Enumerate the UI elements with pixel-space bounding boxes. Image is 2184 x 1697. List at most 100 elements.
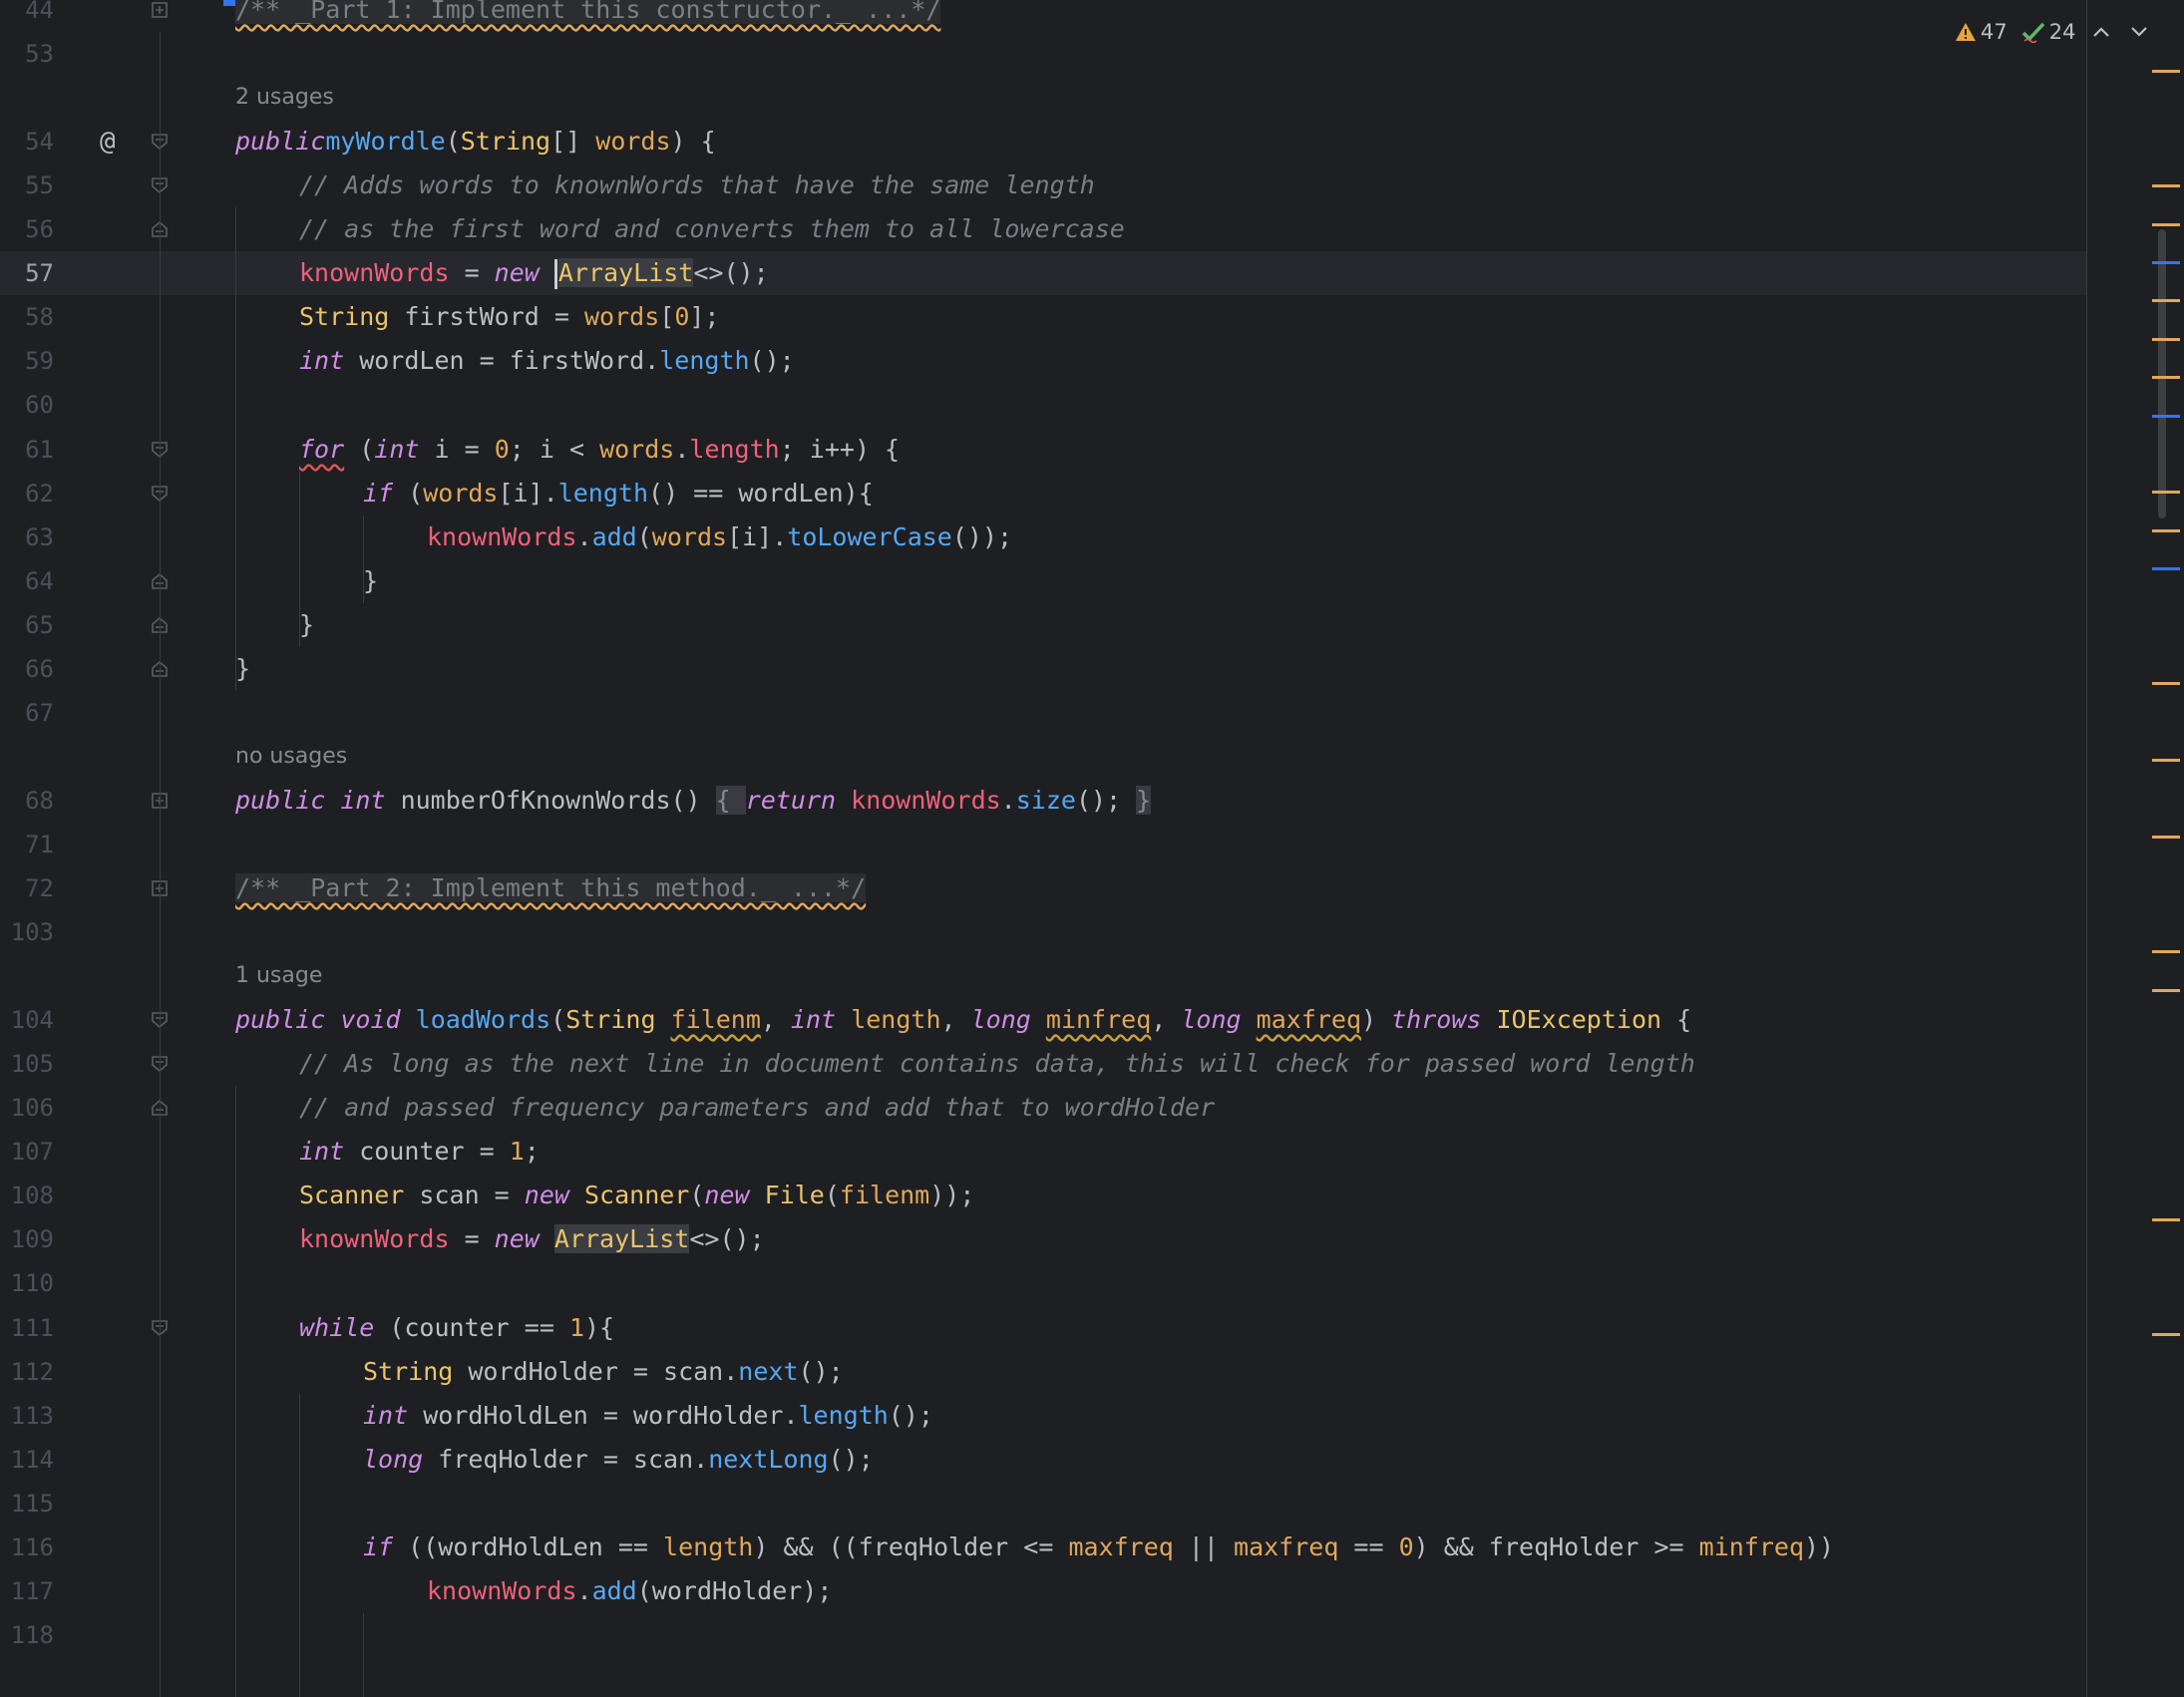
warning-marker[interactable] — [2152, 836, 2180, 839]
line-number[interactable]: 68 — [0, 779, 54, 823]
inlay-hint-row[interactable]: no usages — [0, 735, 2086, 779]
line-number[interactable]: 63 — [0, 515, 54, 559]
code-editor[interactable]: 44 /** _Part 1: Implement this constructo… — [0, 0, 2184, 1697]
inlay-hint-row[interactable]: 1 usage — [0, 954, 2086, 998]
line-number[interactable]: 53 — [0, 32, 54, 76]
code-text[interactable]: public void loadWords(String filenm, int… — [235, 998, 1691, 1042]
code-text[interactable]: if ((wordHoldLen == length) && ((freqHol… — [363, 1526, 1834, 1569]
warning-marker[interactable] — [2152, 1333, 2180, 1336]
line-number[interactable]: 44 — [0, 0, 54, 32]
code-text[interactable]: /** _Part 2: Implement this method._ ...… — [235, 866, 867, 910]
line-number[interactable]: 57 — [0, 251, 54, 295]
vertical-scrollbar[interactable] — [2158, 229, 2166, 518]
line-number[interactable]: 54 — [0, 120, 54, 164]
code-token: ) { — [670, 127, 716, 156]
fold-icon[interactable] — [150, 0, 170, 20]
line-number[interactable]: 115 — [0, 1482, 54, 1526]
code-text[interactable]: knownWords = new ArrayList<>(); — [299, 1217, 765, 1261]
line-number[interactable]: 109 — [0, 1217, 54, 1261]
line-number[interactable]: 111 — [0, 1306, 54, 1350]
line-number[interactable]: 56 — [0, 207, 54, 251]
code-text[interactable]: publicmyWordle(String[] words) { — [235, 120, 716, 164]
line-number[interactable]: 117 — [0, 1569, 54, 1613]
at-icon[interactable]: @ — [100, 120, 116, 164]
line-number[interactable]: 67 — [0, 691, 54, 735]
code-text[interactable]: int wordHoldLen = wordHolder.length(); — [363, 1394, 933, 1438]
warning-marker[interactable] — [2152, 529, 2180, 532]
line-number[interactable]: 107 — [0, 1130, 54, 1174]
warning-marker[interactable] — [2152, 184, 2180, 187]
code-area[interactable]: 44 /** _Part 1: Implement this constructo… — [0, 0, 2086, 1697]
code-text[interactable]: knownWords = new ArrayList<>(); — [299, 251, 769, 295]
line-number[interactable]: 112 — [0, 1350, 54, 1394]
line-number[interactable]: 65 — [0, 603, 54, 647]
previous-highlight-button[interactable] — [2085, 16, 2117, 48]
inspection-widget[interactable]: 47 24 — [1951, 14, 2155, 50]
ok-count[interactable]: 24 — [2017, 20, 2080, 44]
code-token: ((wordHoldLen == — [393, 1532, 664, 1561]
code-text[interactable]: // As long as the next line in document … — [299, 1042, 1695, 1086]
code-text[interactable]: knownWords.add(words[i].toLowerCase()); — [427, 515, 1012, 559]
code-text[interactable]: } — [299, 603, 314, 647]
line-number[interactable]: 114 — [0, 1438, 54, 1482]
warning-marker[interactable] — [2152, 70, 2180, 73]
line-number[interactable]: 72 — [0, 866, 54, 910]
warning-marker[interactable] — [2152, 759, 2180, 762]
next-highlight-button[interactable] — [2123, 16, 2155, 48]
line-number[interactable]: 60 — [0, 383, 54, 427]
inlay-hint-row[interactable]: 2 usages — [0, 76, 2086, 120]
warnings-count[interactable]: 47 — [1951, 20, 2011, 44]
code-text[interactable]: // Adds words to knownWords that have th… — [299, 164, 1095, 207]
code-text[interactable]: // and passed frequency parameters and a… — [299, 1086, 1215, 1130]
warning-marker[interactable] — [2152, 338, 2180, 341]
line-number[interactable]: 113 — [0, 1394, 54, 1438]
line-number[interactable]: 118 — [0, 1613, 54, 1657]
code-token: knownWords — [299, 1224, 450, 1253]
line-number[interactable]: 110 — [0, 1261, 54, 1305]
warning-marker[interactable] — [2152, 950, 2180, 953]
line-number[interactable]: 61 — [0, 428, 54, 472]
info-marker[interactable] — [2152, 567, 2180, 570]
code-token: ArrayList — [557, 258, 694, 287]
code-token: ; i++) { — [779, 435, 901, 464]
code-text[interactable]: knownWords.add(wordHolder); — [427, 1569, 832, 1613]
info-marker[interactable] — [2152, 415, 2180, 418]
line-number[interactable]: 106 — [0, 1086, 54, 1130]
warning-marker[interactable] — [2152, 376, 2180, 379]
warning-marker[interactable] — [2152, 299, 2180, 302]
code-text[interactable]: String firstWord = words[0]; — [299, 295, 719, 339]
code-text[interactable]: // as the first word and converts them t… — [299, 207, 1125, 251]
line-number[interactable]: 104 — [0, 998, 54, 1042]
line-number[interactable]: 66 — [0, 647, 54, 691]
warning-marker[interactable] — [2152, 682, 2180, 685]
code-text[interactable]: } — [235, 647, 250, 691]
code-line: 106 // and passed frequency parameters an… — [0, 1086, 2086, 1130]
code-text[interactable]: public int numberOfKnownWords() { return… — [235, 779, 1152, 823]
warning-marker[interactable] — [2152, 491, 2180, 494]
code-text[interactable]: /** _Part 1: Implement this constructor.… — [235, 0, 941, 32]
line-number[interactable]: 103 — [0, 910, 54, 954]
code-text[interactable]: long freqHolder = scan.nextLong(); — [363, 1438, 874, 1482]
warning-marker[interactable] — [2152, 989, 2180, 992]
code-text[interactable]: } — [363, 559, 378, 603]
line-number[interactable]: 116 — [0, 1526, 54, 1569]
code-text[interactable]: int counter = 1; — [299, 1130, 540, 1174]
code-text[interactable]: String wordHolder = scan.next(); — [363, 1350, 844, 1394]
line-number[interactable]: 62 — [0, 472, 54, 515]
code-text[interactable]: Scanner scan = new Scanner(new File(file… — [299, 1174, 974, 1217]
code-text[interactable]: if (words[i].length() == wordLen){ — [363, 472, 874, 515]
line-number[interactable]: 71 — [0, 823, 54, 866]
code-text[interactable]: while (counter == 1){ — [299, 1306, 614, 1350]
line-number[interactable]: 58 — [0, 295, 54, 339]
warning-marker[interactable] — [2152, 1218, 2180, 1221]
line-number[interactable]: 59 — [0, 339, 54, 383]
code-text[interactable]: int wordLen = firstWord.length(); — [299, 339, 795, 383]
line-number[interactable]: 105 — [0, 1042, 54, 1086]
line-number[interactable]: 55 — [0, 164, 54, 207]
line-number[interactable]: 108 — [0, 1174, 54, 1217]
warning-marker[interactable] — [2152, 223, 2180, 226]
info-marker[interactable] — [2152, 261, 2180, 264]
line-number[interactable]: 64 — [0, 559, 54, 603]
code-text[interactable]: for (int i = 0; i < words.length; i++) { — [299, 428, 900, 472]
